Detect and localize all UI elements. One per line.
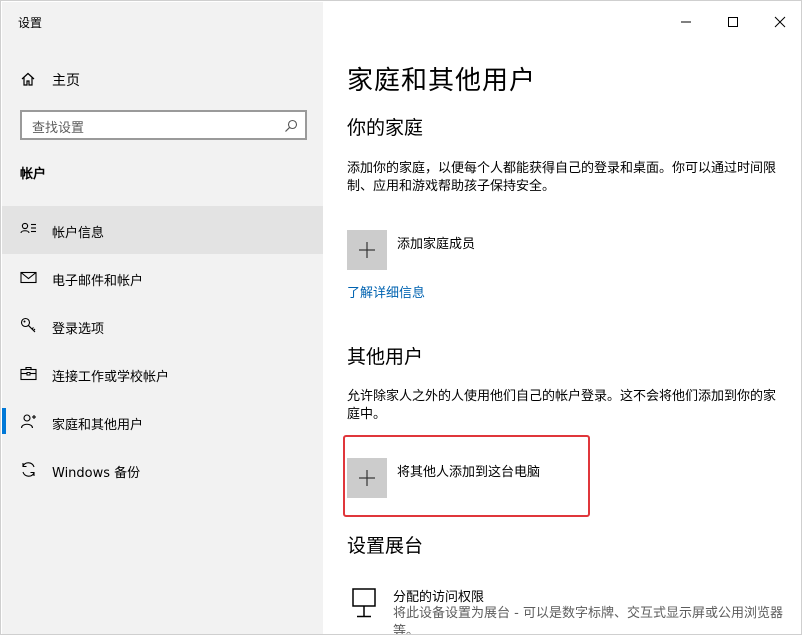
key-icon	[20, 317, 37, 334]
sync-icon	[20, 461, 37, 478]
search-icon[interactable]	[284, 118, 298, 132]
kiosk-icon	[351, 587, 379, 621]
settings-window: 设置 主页 查找设置 帐户 帐户信息 电子邮件和帐户 登录选项 连接工作或学校帐…	[0, 0, 802, 635]
sidebar-item-work-school[interactable]: 连接工作或学校帐户	[2, 350, 323, 398]
search-input[interactable]: 查找设置	[20, 110, 307, 140]
sidebar-item-sign-in-options[interactable]: 登录选项	[2, 302, 323, 350]
sidebar-item-family-other-users[interactable]: 家庭和其他用户	[2, 398, 323, 446]
minimize-button[interactable]	[676, 12, 696, 32]
add-person-icon	[20, 413, 37, 430]
plus-icon	[347, 458, 387, 498]
add-other-user-label: 将其他人添加到这台电脑	[397, 465, 541, 480]
active-indicator	[2, 408, 6, 434]
section-title: 帐户	[20, 167, 47, 182]
sidebar-item-label: 登录选项	[52, 322, 105, 337]
minimize-icon	[681, 21, 691, 23]
add-family-member-label: 添加家庭成员	[397, 237, 476, 252]
briefcase-icon	[20, 365, 37, 382]
add-other-user-button[interactable]: 将其他人添加到这台电脑	[347, 458, 607, 498]
other-users-heading: 其他用户	[347, 346, 424, 368]
family-heading: 你的家庭	[347, 117, 424, 139]
mail-icon	[20, 269, 37, 286]
sidebar-item-label: 电子邮件和帐户	[52, 274, 144, 289]
family-description: 添加你的家庭，以便每个人都能获得自己的登录和桌面。你可以通过时间限制、应用和游戏…	[347, 161, 777, 194]
sidebar-nav: 帐户信息 电子邮件和帐户 登录选项 连接工作或学校帐户 家庭和其他用户 Wind…	[2, 206, 323, 494]
other-users-description: 允许除家人之外的人使用他们自己的帐户登录。这不会将他们添加到你的家庭中。	[347, 389, 777, 422]
sidebar-item-label: 帐户信息	[52, 226, 105, 241]
assigned-access-description: 将此设备设置为展台 - 可以是数字标牌、交互式显示屏或公用浏览器等。	[393, 606, 783, 635]
add-family-member-button[interactable]: 添加家庭成员	[347, 230, 607, 270]
close-button[interactable]	[770, 12, 790, 32]
sidebar: 设置 主页 查找设置 帐户 帐户信息 电子邮件和帐户 登录选项 连接工作或学校帐…	[2, 2, 323, 634]
app-title: 设置	[18, 16, 43, 30]
home-icon	[20, 71, 36, 87]
home-nav-item[interactable]: 主页	[2, 64, 323, 94]
close-icon	[774, 16, 786, 28]
assigned-access-title: 分配的访问权限	[393, 590, 485, 605]
search-placeholder: 查找设置	[32, 121, 85, 136]
maximize-button[interactable]	[723, 12, 743, 32]
account-info-icon	[20, 221, 37, 238]
kiosk-heading: 设置展台	[347, 535, 424, 557]
sidebar-item-label: 家庭和其他用户	[52, 418, 144, 433]
maximize-icon	[728, 17, 738, 27]
page-title: 家庭和其他用户	[347, 66, 537, 96]
sidebar-item-label: 连接工作或学校帐户	[52, 370, 170, 385]
plus-icon	[347, 230, 387, 270]
assigned-access-item[interactable]: 分配的访问权限 将此设备设置为展台 - 可以是数字标牌、交互式显示屏或公用浏览器…	[347, 585, 787, 634]
sidebar-item-label: Windows 备份	[52, 466, 141, 481]
learn-more-link[interactable]: 了解详细信息	[347, 282, 425, 301]
sidebar-item-windows-backup[interactable]: Windows 备份	[2, 446, 323, 494]
sidebar-item-email-accounts[interactable]: 电子邮件和帐户	[2, 254, 323, 302]
sidebar-item-account-info[interactable]: 帐户信息	[2, 206, 323, 254]
home-label: 主页	[52, 73, 80, 89]
main-content: 家庭和其他用户 你的家庭 添加你的家庭，以便每个人都能获得自己的登录和桌面。你可…	[323, 2, 801, 634]
